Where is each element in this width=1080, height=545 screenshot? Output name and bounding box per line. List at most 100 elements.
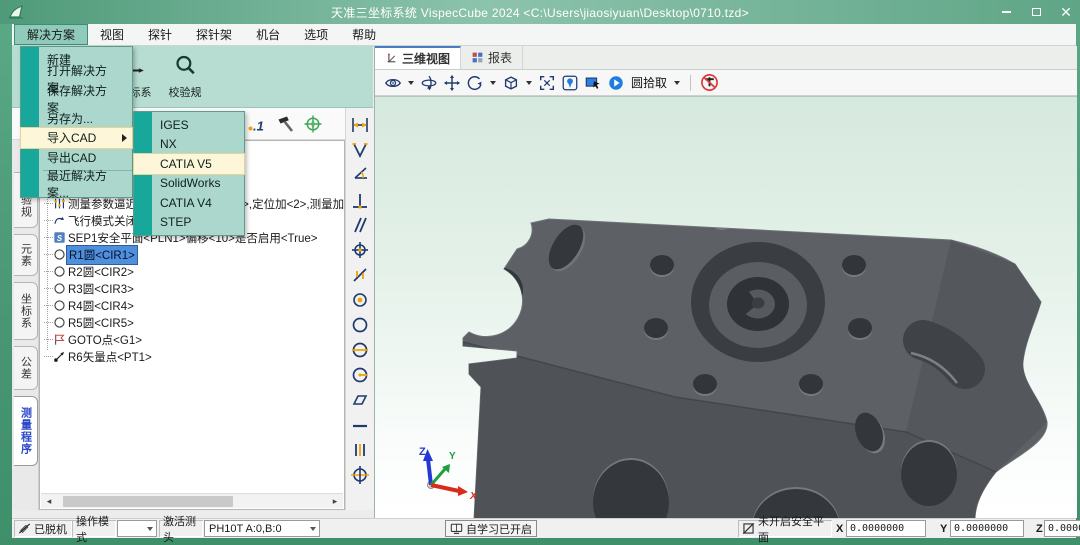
side-tab-4[interactable]: 测量程序 [14, 396, 38, 466]
cube-button[interactable] [501, 73, 521, 93]
flatness-icon [350, 390, 370, 410]
submenu-item-4[interactable]: CATIA V4 [134, 193, 244, 213]
solution-menu: 新建打开解决方案保存解决方案另存为...导入CAD导出CAD最近解决方案... [20, 46, 133, 198]
dropdown-caret-icon[interactable] [526, 81, 532, 85]
safety-plane-off-icon [742, 522, 755, 535]
hammer-button[interactable] [275, 114, 295, 137]
menu-item-3[interactable]: 另存为... [21, 109, 132, 129]
mode-label: 操作模式 [72, 520, 116, 537]
cylindricity-button[interactable] [348, 462, 372, 487]
submenu-item-2[interactable]: CATIA V5 [134, 154, 244, 174]
tree-item-2[interactable]: 飞行模式关闭 [40, 212, 139, 229]
select-window-icon [584, 74, 602, 92]
menubar-item-0[interactable]: 解决方案 [14, 24, 88, 45]
pan-button[interactable] [442, 73, 462, 93]
precision-button[interactable]: .1 [247, 114, 267, 137]
tree-item-5[interactable]: R2圆<CIR2> [40, 263, 136, 280]
locate-button[interactable] [560, 73, 580, 93]
tree-item-9[interactable]: GOTO点<G1> [40, 331, 144, 348]
eye-icon [384, 74, 402, 92]
menubar-item-1[interactable]: 视图 [88, 24, 136, 45]
straightness-button[interactable] [348, 412, 372, 437]
tree-item-7[interactable]: R4圆<CIR4> [40, 297, 136, 314]
dropdown-caret-icon[interactable] [674, 81, 680, 85]
circle-icon [53, 248, 66, 261]
menu-item-7[interactable]: 最近解决方案... [21, 174, 132, 194]
target-button[interactable] [303, 114, 323, 137]
title-bar[interactable]: 天准三坐标系统 VispecCube 2024 <C:\Users\jiaosi… [0, 0, 1080, 24]
eye-button[interactable] [383, 73, 403, 93]
tree-item-6[interactable]: R3圆<CIR3> [40, 280, 136, 297]
toolbar-button-校验规[interactable]: 校验规 [157, 54, 213, 100]
position-button[interactable] [348, 237, 372, 262]
parallelism-button[interactable] [348, 212, 372, 237]
menu-item-2[interactable]: 保存解决方案 [21, 89, 132, 109]
line-distance-button[interactable] [348, 437, 372, 462]
angle-button[interactable] [348, 137, 372, 162]
vector-point-icon [53, 350, 66, 363]
fit-button[interactable] [537, 73, 557, 93]
scroll-right-arrow[interactable]: ▸ [327, 496, 343, 507]
rotate-button[interactable] [465, 73, 485, 93]
maximize-button[interactable] [1028, 4, 1044, 20]
submenu-item-3[interactable]: SolidWorks [134, 174, 244, 194]
coord-axis-y: Y [936, 520, 948, 537]
tree-item-8[interactable]: R5圆<CIR5> [40, 314, 136, 331]
menubar-item-6[interactable]: 帮助 [340, 24, 388, 45]
position-icon [350, 240, 370, 260]
verify-gauge-icon [174, 54, 196, 76]
orbit-button[interactable] [419, 73, 439, 93]
angle-lines-button[interactable] [348, 162, 372, 187]
side-tab-2[interactable]: 坐标系 [14, 282, 38, 340]
side-tab-1[interactable]: 元素 [14, 234, 38, 276]
side-tab-3[interactable]: 公差 [14, 346, 38, 390]
submenu-item-1[interactable]: NX [134, 135, 244, 155]
svg-text:.1: .1 [253, 119, 264, 134]
angularity-icon [350, 265, 370, 285]
toolbar-button-label: 校验规 [157, 84, 213, 100]
dropdown-caret-icon[interactable] [490, 81, 496, 85]
menubar-item-5[interactable]: 选项 [292, 24, 340, 45]
scrollbar-thumb[interactable] [63, 496, 233, 507]
3d-viewport[interactable]: Z Y X [375, 96, 1077, 518]
view-tab-0[interactable]: 三维视图 [375, 46, 461, 69]
circle-pick-button[interactable]: 圆拾取 [631, 74, 667, 91]
minimize-button[interactable] [998, 4, 1014, 20]
runout-button[interactable] [348, 362, 372, 387]
menubar-item-2[interactable]: 探针 [136, 24, 184, 45]
tree-item-10[interactable]: R6矢量点<PT1> [40, 348, 154, 365]
symmetry-button[interactable] [348, 337, 372, 362]
concentricity-button[interactable] [348, 287, 372, 312]
view-tab-1[interactable]: 报表 [461, 46, 523, 69]
flatness-button[interactable] [348, 387, 372, 412]
perpendicularity-button[interactable] [348, 187, 372, 212]
select-window-button[interactable] [583, 73, 603, 93]
menubar-item-3[interactable]: 探针架 [184, 24, 244, 45]
dropdown-caret-icon[interactable] [408, 81, 414, 85]
submenu-item-5[interactable]: STEP [134, 213, 244, 233]
self-learn-button[interactable]: 自学习已开启 [445, 520, 537, 537]
menu-item-4[interactable]: 导入CAD [21, 128, 132, 148]
cad-part-model[interactable]: Z Y X [375, 97, 1077, 518]
probe-disabled-button[interactable] [699, 73, 719, 93]
cube-icon [502, 74, 520, 92]
angularity-button[interactable] [348, 262, 372, 287]
submenu-item-0[interactable]: IGES [134, 115, 244, 135]
close-button[interactable]: ✕ [1058, 4, 1074, 20]
roundness-icon [350, 315, 370, 335]
mode-dropdown[interactable] [117, 520, 157, 537]
perpendicularity-icon [350, 190, 370, 210]
distance-icon [350, 115, 370, 135]
scroll-left-arrow[interactable]: ◂ [41, 496, 57, 507]
tree-item-label: R3圆<CIR3> [66, 280, 136, 298]
distance-button[interactable] [348, 112, 372, 137]
menu-item-5[interactable]: 导出CAD [21, 148, 132, 168]
probe-dropdown[interactable]: PH10T A:0,B:0 [204, 520, 320, 537]
tree-item-4[interactable]: R1圆<CIR1> [40, 246, 138, 263]
tree-horizontal-scrollbar[interactable]: ◂ ▸ [41, 493, 343, 508]
play-button[interactable] [606, 73, 626, 93]
menubar-item-4[interactable]: 机台 [244, 24, 292, 45]
safety-plane-icon: S [53, 231, 66, 244]
circle-icon [53, 282, 66, 295]
roundness-button[interactable] [348, 312, 372, 337]
